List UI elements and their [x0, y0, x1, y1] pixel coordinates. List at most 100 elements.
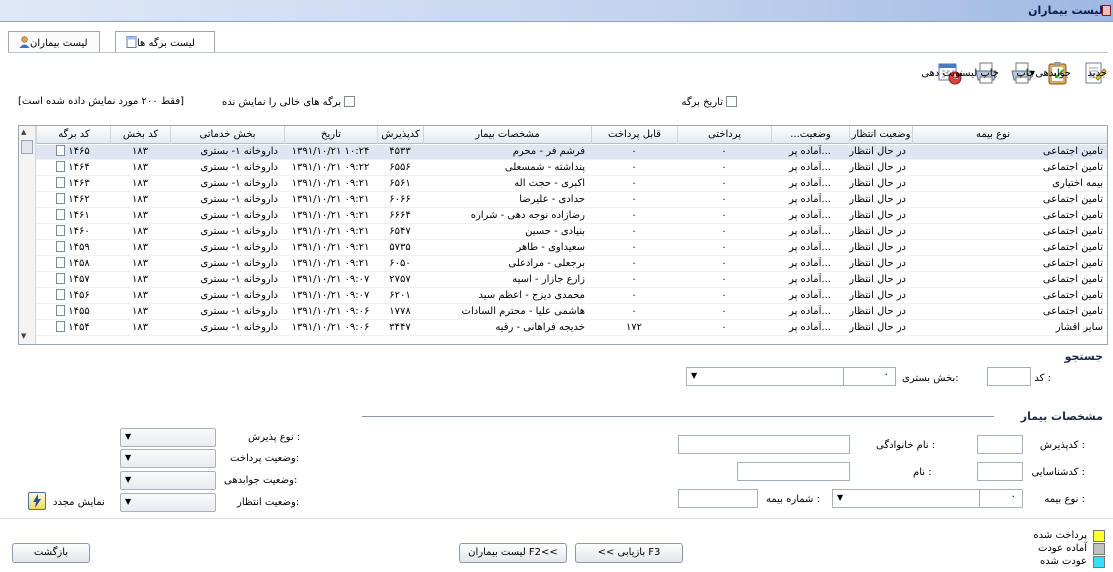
scroll-up-icon[interactable]: ▲ [21, 128, 26, 136]
insurance-no-input[interactable] [678, 489, 758, 508]
table-row[interactable]: تامین اجتماعی در حال انتظار آماده پر... ۰ ۰ پ… [19, 161, 1107, 176]
back-button[interactable]: بازگشت [12, 543, 90, 563]
cell-status: آماده پر... [789, 274, 831, 285]
cell-paid: ۰ [721, 258, 727, 269]
window-title: لیست بیماران [1028, 4, 1103, 17]
sheet-code-text: ۱۴۵۸ [68, 258, 90, 269]
cell-admit-code: ۲۷۵۷ [389, 274, 411, 285]
lightning-icon [33, 494, 41, 508]
print-button[interactable]: ▾ چاپ [1007, 58, 1037, 88]
sheet-date-filter[interactable]: تاریخ برگه [681, 96, 737, 108]
wait-status-select[interactable]: ▼ [120, 493, 216, 512]
patients-list-button[interactable]: لیست بیماران F2<< [459, 543, 567, 563]
table-row[interactable]: تامین اجتماعی در حال انتظار آماده پر... ۰ ۰ ح… [19, 193, 1107, 208]
cell-payable: ۰ [631, 162, 637, 173]
cell-insurance-type: تامین اجتماعی [1042, 290, 1103, 301]
table-row[interactable]: تامین اجتماعی در حال انتظار آماده پر... ۰ ۰ ز… [19, 273, 1107, 288]
cell-sheet-code: ۱۴۵۸ [36, 257, 110, 272]
refresh-button[interactable] [28, 492, 46, 510]
cell-status: آماده پر... [789, 322, 831, 333]
hide-empty-filter[interactable]: برگه های خالی را نمایش نده [222, 96, 356, 108]
reply-status-select[interactable]: ▼ [120, 471, 216, 490]
turn-label: نوبت دهی [921, 67, 963, 79]
scroll-down-icon[interactable]: ▼ [21, 332, 26, 340]
column-header-payable[interactable]: قابل پرداخت [591, 126, 677, 144]
cell-insurance-type: تامین اجتماعی [1042, 242, 1103, 253]
column-header-service-dept[interactable]: بخش خدماتی [170, 126, 284, 144]
cell-wait-status: در حال انتظار [849, 242, 906, 253]
column-header-sheet-code[interactable]: کد برگه [36, 126, 111, 144]
cell-paid: ۰ [721, 210, 727, 221]
cell-date: ۱۳۹۱/۱۰/۲۱ ۰۹:۲۲ [291, 162, 370, 173]
column-header-date[interactable]: تاریخ [284, 126, 377, 144]
toolbar: جدید جوابدهی ▾ چاپ چاپ لیست نوبت دهی [921, 57, 1109, 89]
id-code-label: کدشناسایی : [1031, 467, 1085, 478]
column-header-status[interactable]: ...وضعیت [771, 126, 849, 144]
column-header-paid[interactable]: پرداختی [677, 126, 771, 144]
cell-dept-code: ۱۸۳ [131, 290, 149, 301]
sheet-date-checkbox[interactable] [726, 96, 737, 107]
cell-wait-status: در حال انتظار [849, 194, 906, 205]
cell-insurance-type: بیمه اختیاری [1052, 178, 1103, 189]
table-row[interactable]: تامین اجتماعی در حال انتظار آماده پر... ۰ ۰ ه… [19, 305, 1107, 320]
document-icon [56, 225, 66, 236]
column-header-patient-info[interactable]: مشخصات بیمار [423, 126, 591, 144]
vertical-scrollbar[interactable]: ▲ ▼ [19, 126, 36, 344]
tab-sheets-list[interactable]: لیست برگه ها [115, 31, 215, 53]
table-row[interactable]: تامین اجتماعی در حال انتظار آماده پر... ۰ ۰ م… [19, 289, 1107, 304]
admit-code-input[interactable] [977, 435, 1023, 454]
cell-date: ۱۳۹۱/۱۰/۲۱ ۰۹:۰۶ [291, 322, 370, 333]
review-button[interactable]: << بازیابی F3 [575, 543, 683, 563]
name-input[interactable] [737, 462, 850, 481]
cell-wait-status: در حال انتظار [849, 274, 906, 285]
turn-button[interactable]: نوبت دهی [921, 58, 965, 88]
family-input[interactable] [678, 435, 850, 454]
cell-date: ۱۳۹۱/۱۰/۲۱ ۰۹:۲۱ [291, 258, 370, 269]
sheet-code-input[interactable] [987, 367, 1031, 386]
reply-status-label: وضعیت جوابدهی: [224, 475, 298, 486]
insurance-type-select[interactable]: ▼ ۰ [832, 489, 1023, 508]
column-header-insurance-type[interactable]: نوع بیمه [912, 126, 1073, 144]
tab-patients-list[interactable]: لیست بیماران [8, 31, 100, 53]
cell-paid: ۰ [721, 306, 727, 317]
ward-select[interactable]: ▼ ۰ [686, 367, 896, 386]
document-icon [56, 289, 66, 300]
new-button[interactable]: جدید [1079, 58, 1109, 88]
hide-empty-checkbox[interactable] [344, 96, 356, 107]
table-row[interactable]: تامین اجتماعی در حال انتظار آماده پر... ۰ ۰ ف… [19, 145, 1107, 160]
table-row[interactable]: تامین اجتماعی در حال انتظار آماده پر... ۰ ۰ س… [19, 241, 1107, 256]
ward-label: بخش بستری: [902, 373, 959, 384]
table-row[interactable]: تامین اجتماعی در حال انتظار آماده پر... ۰ ۰ ب… [19, 225, 1107, 240]
cell-status: آماده پر... [789, 146, 831, 157]
sheet-code-text: ۱۴۶۰ [68, 226, 90, 237]
cell-patient-info: پنداشته - شمسعلی [504, 162, 585, 173]
table-row[interactable]: بیمه اختیاری در حال انتظار آماده پر... ۰ ۰ اک… [19, 177, 1107, 192]
cell-sheet-code: ۱۴۶۱ [36, 209, 110, 224]
admit-code-label: کدپذیرش : [1039, 440, 1085, 451]
table-row[interactable]: تامین اجتماعی در حال انتظار آماده پر... ۰ ۰ ر… [19, 209, 1107, 224]
payment-status-select[interactable]: ▼ [120, 449, 216, 468]
document-icon [126, 36, 137, 48]
table-row[interactable]: سایر اقشار در حال انتظار آماده پر... ۰ ۱۷۲ خد… [19, 321, 1107, 336]
column-header-dept-code[interactable]: کد بخش [110, 126, 170, 144]
cell-date: ۱۳۹۱/۱۰/۲۱ ۰۹:۰۷ [291, 274, 370, 285]
scrollbar-thumb[interactable] [21, 140, 33, 154]
hide-empty-label: برگه های خالی را نمایش نده [222, 97, 342, 108]
id-code-input[interactable] [977, 462, 1023, 481]
sheet-code-text: ۱۴۵۵ [68, 306, 90, 317]
cell-patient-info: هاشمی علیا - محترم السادات [461, 306, 585, 317]
column-header-wait-status[interactable]: وضعیت انتظار [849, 126, 912, 144]
sheets-table[interactable]: نوع بیمه وضعیت انتظار ...وضعیت پرداختی قابل … [18, 125, 1108, 345]
sheet-date-label: تاریخ برگه [681, 97, 724, 108]
cell-patient-info: برجعلی - مرادعلی [508, 258, 585, 269]
column-header-admit-code[interactable]: کدپذیرش [377, 126, 423, 144]
table-row[interactable]: تامین اجتماعی در حال انتظار آماده پر... ۰ ۰ ب… [19, 257, 1107, 272]
cell-insurance-type: تامین اجتماعی [1042, 146, 1103, 157]
print-list-button[interactable]: چاپ لیست [952, 58, 1001, 88]
document-icon [56, 177, 66, 188]
cell-date: ۱۳۹۱/۱۰/۲۱ ۱۰:۲۴ [291, 146, 370, 157]
reply-button[interactable]: جوابدهی [1035, 58, 1073, 88]
ready-return-swatch [1093, 543, 1105, 555]
admission-type-select[interactable]: ▼ [120, 428, 216, 447]
cell-status: آماده پر... [789, 258, 831, 269]
